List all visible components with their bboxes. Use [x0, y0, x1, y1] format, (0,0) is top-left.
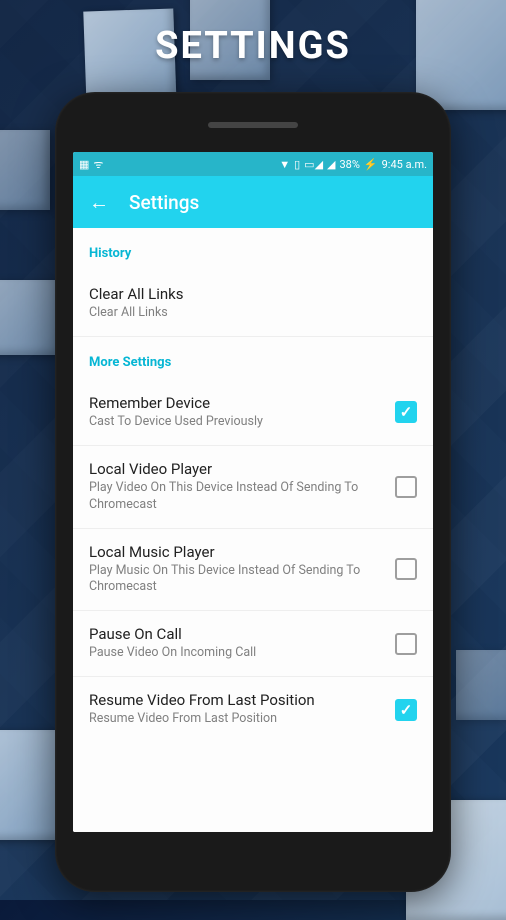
- phone-screen: ▦ ᯤ ▼ ▯ ▭◢ ◢ 38% ⚡ 9:45 a.m. ← Settings …: [73, 152, 433, 832]
- bg-cube: [0, 130, 50, 210]
- setting-text: Pause On Call Pause Video On Incoming Ca…: [89, 625, 383, 662]
- bg-cube: [0, 280, 60, 355]
- section-header-more: More Settings: [73, 337, 433, 380]
- setting-subtitle: Play Video On This Device Instead Of Sen…: [89, 480, 383, 514]
- signal-icon: ▭◢: [304, 158, 323, 171]
- setting-subtitle: Cast To Device Used Previously: [89, 414, 383, 431]
- wifi-icon: ▼: [279, 158, 290, 171]
- setting-title: Local Music Player: [89, 543, 383, 561]
- cast-icon: ᯤ: [93, 157, 103, 172]
- photo-icon: ▦: [79, 158, 89, 171]
- status-bar: ▦ ᯤ ▼ ▯ ▭◢ ◢ 38% ⚡ 9:45 a.m.: [73, 152, 433, 176]
- setting-title: Pause On Call: [89, 625, 383, 643]
- phone-speaker: [208, 122, 298, 128]
- section-header-history: History: [73, 228, 433, 271]
- setting-subtitle: Pause Video On Incoming Call: [89, 645, 383, 662]
- back-arrow-icon[interactable]: ←: [89, 190, 109, 215]
- status-right: ▼ ▯ ▭◢ ◢ 38% ⚡ 9:45 a.m.: [279, 158, 427, 171]
- checkbox-local-music[interactable]: [395, 558, 417, 580]
- setting-local-video[interactable]: Local Video Player Play Video On This De…: [73, 446, 433, 529]
- page-title: SETTINGS: [0, 0, 506, 68]
- checkbox-local-video[interactable]: [395, 476, 417, 498]
- signal-icon-2: ◢: [327, 158, 335, 171]
- setting-resume-video[interactable]: Resume Video From Last Position Resume V…: [73, 677, 433, 742]
- checkbox-resume-video[interactable]: [395, 699, 417, 721]
- setting-pause-on-call[interactable]: Pause On Call Pause Video On Incoming Ca…: [73, 611, 433, 677]
- setting-local-music[interactable]: Local Music Player Play Music On This De…: [73, 529, 433, 612]
- phone-frame: ▦ ᯤ ▼ ▯ ▭◢ ◢ 38% ⚡ 9:45 a.m. ← Settings …: [55, 92, 451, 892]
- setting-text: Local Video Player Play Video On This De…: [89, 460, 383, 514]
- checkbox-remember-device[interactable]: [395, 401, 417, 423]
- app-bar: ← Settings: [73, 176, 433, 228]
- setting-remember-device[interactable]: Remember Device Cast To Device Used Prev…: [73, 380, 433, 446]
- battery-text: 38%: [340, 158, 360, 171]
- checkbox-pause-on-call[interactable]: [395, 633, 417, 655]
- setting-subtitle: Play Music On This Device Instead Of Sen…: [89, 563, 383, 597]
- setting-text: Clear All Links Clear All Links: [89, 285, 417, 322]
- clock-text: 9:45 a.m.: [382, 158, 427, 171]
- setting-title: Clear All Links: [89, 285, 417, 303]
- setting-clear-links[interactable]: Clear All Links Clear All Links: [73, 271, 433, 337]
- setting-subtitle: Resume Video From Last Position: [89, 711, 383, 728]
- setting-text: Local Music Player Play Music On This De…: [89, 543, 383, 597]
- setting-subtitle: Clear All Links: [89, 305, 417, 322]
- setting-title: Resume Video From Last Position: [89, 691, 383, 709]
- status-left: ▦ ᯤ: [79, 157, 103, 172]
- sim-icon: ▯: [294, 158, 300, 171]
- app-bar-title: Settings: [129, 191, 199, 214]
- charging-icon: ⚡: [364, 158, 378, 171]
- bg-cube: [456, 650, 506, 720]
- settings-content[interactable]: History Clear All Links Clear All Links …: [73, 228, 433, 832]
- setting-title: Local Video Player: [89, 460, 383, 478]
- setting-text: Resume Video From Last Position Resume V…: [89, 691, 383, 728]
- setting-title: Remember Device: [89, 394, 383, 412]
- setting-text: Remember Device Cast To Device Used Prev…: [89, 394, 383, 431]
